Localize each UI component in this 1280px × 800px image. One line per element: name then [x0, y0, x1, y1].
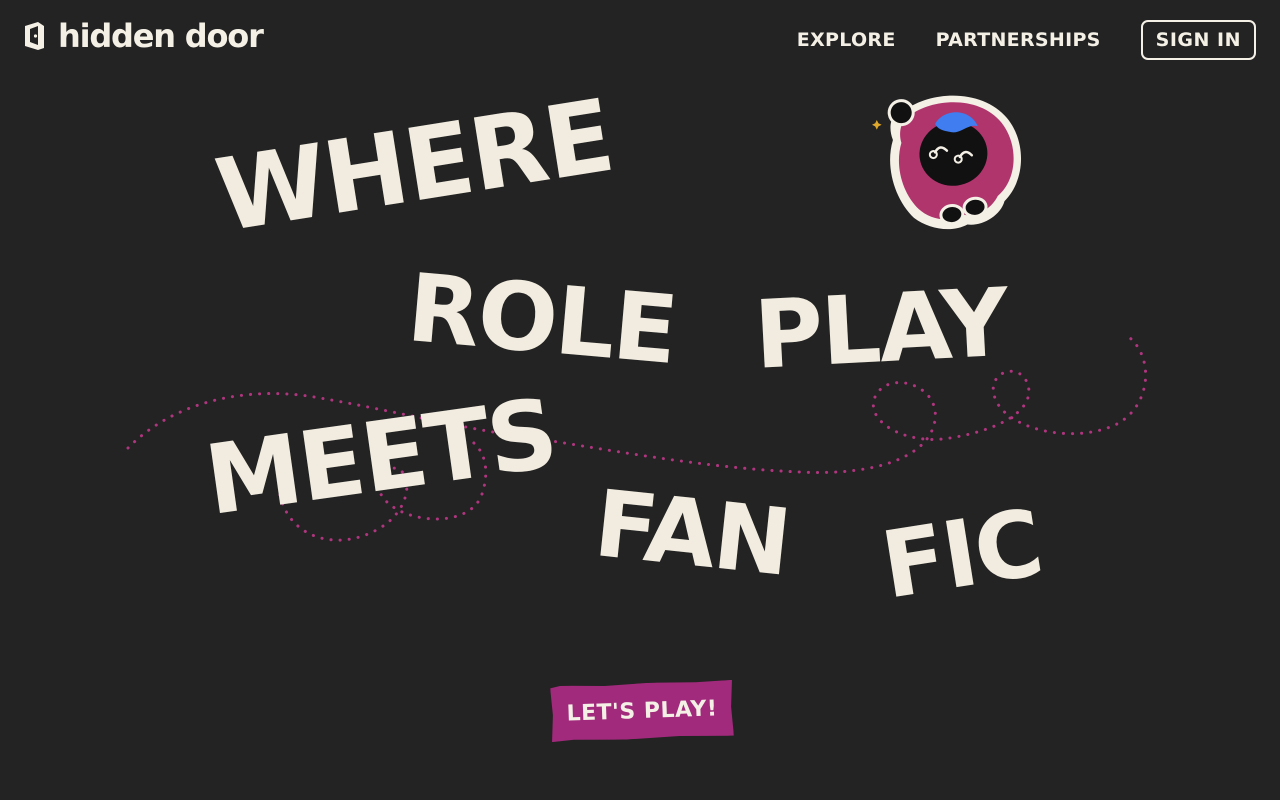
hero-word-meets: MEETS	[198, 377, 563, 537]
lets-play-button[interactable]: LET'S PLAY!	[550, 680, 734, 742]
logo-text: hidden door	[58, 17, 264, 55]
door-logo-icon	[25, 22, 44, 50]
hero-word-play: PLAY	[751, 268, 1010, 391]
hooded-character-icon	[872, 95, 1022, 230]
hero-word-fan: FAN	[589, 470, 795, 597]
hero-word-fic: FIC	[874, 489, 1049, 620]
main-nav: EXPLORE PARTNERSHIPS SIGN IN	[797, 20, 1256, 60]
page: hidden door EXPLORE PARTNERSHIPS SIGN IN	[0, 0, 1280, 800]
sparkle-icon	[872, 120, 882, 130]
sign-in-button[interactable]: SIGN IN	[1140, 20, 1256, 60]
nav-partnerships-link[interactable]: PARTNERSHIPS	[936, 29, 1101, 51]
hero-word-role: ROLE	[403, 254, 681, 387]
nav-explore-link[interactable]: EXPLORE	[797, 29, 896, 51]
dotted-trail-decoration	[126, 336, 1147, 542]
logo-link[interactable]: hidden door	[22, 17, 264, 55]
hero-word-where: WHERE	[208, 76, 620, 255]
